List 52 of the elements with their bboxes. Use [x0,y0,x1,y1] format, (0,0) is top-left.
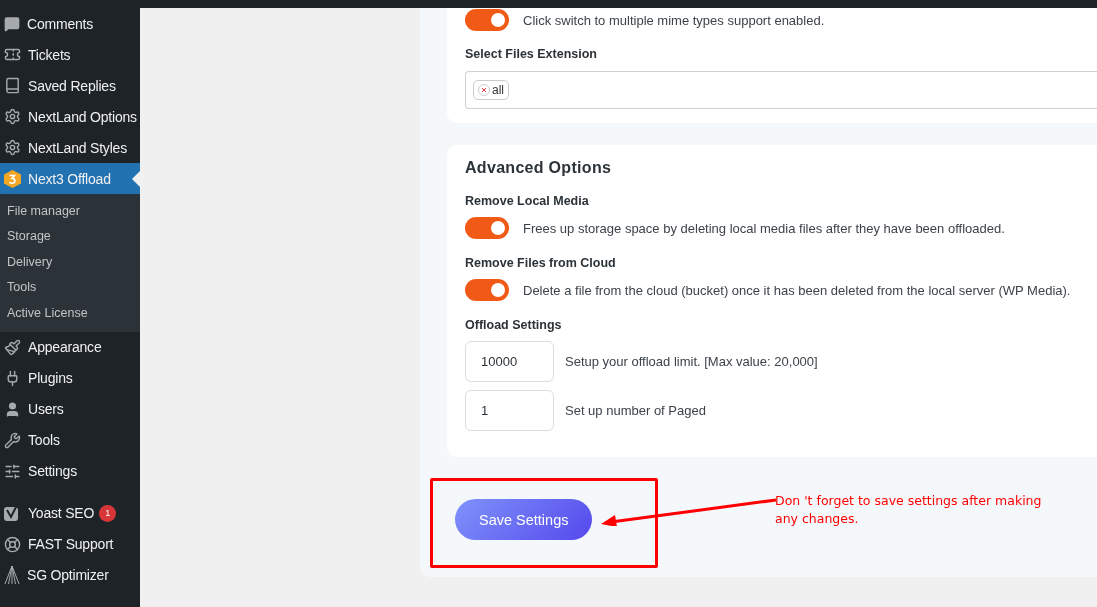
number-field[interactable]: 1 [465,390,554,431]
field-hint: Setup your offload limit. [Max value: 20,000] [565,354,818,369]
option-label: Offload Settings [465,318,563,332]
number-field[interactable]: 10000 [465,341,554,382]
submenu-item[interactable]: File manager [0,198,140,224]
sidebar-item[interactable]: Tickets [0,39,140,70]
sidebar-item[interactable]: Plugins [0,362,140,394]
book-icon [4,77,21,94]
count-badge: 1 [99,504,117,522]
save-settings-button[interactable]: Save Settings [455,499,593,540]
submenu-item[interactable]: Active License [0,300,140,326]
sidebar-item[interactable]: Tools [0,424,140,456]
hexagon-logo-icon [4,169,21,188]
submenu-item[interactable]: Storage [0,223,140,249]
lifebuoy-icon [4,535,21,553]
user-icon [4,400,21,418]
sidebar-item[interactable]: Users [0,393,140,425]
sidebar-item[interactable]: Comments [0,8,140,39]
toggle-switch[interactable] [465,217,509,239]
sidebar-item[interactable]: Settings [0,455,140,487]
option-label: Remove Files from Cloud [465,256,617,270]
paintbrush-icon [4,338,21,356]
toggle-switch[interactable] [465,9,509,31]
sidebar-item[interactable]: Yoast SEO 1 [0,497,140,529]
gear-icon [4,108,21,125]
submenu-item[interactable]: Delivery [0,249,140,275]
sliders-icon [4,462,21,480]
extension-select[interactable]: all [465,71,1097,109]
wrench-icon [4,431,21,449]
option-label: Remove Local Media [465,194,590,208]
section-title: Advanced Options [465,159,613,177]
gear-icon [4,139,21,156]
comment-icon [4,15,20,32]
extension-tag: all [473,80,509,100]
toggle-description: Click switch to multiple mime types support enabled. [523,12,825,28]
sidebar-item[interactable]: SG Optimizer [0,559,140,591]
sidebar-item[interactable]: NextLand Styles [0,132,140,163]
sidebar-item[interactable]: Saved Replies [0,70,140,101]
submenu-item[interactable]: Tools [0,274,140,300]
field-hint: Set up number of Paged [565,403,706,418]
sidebar-item[interactable]: FAST Support [0,528,140,560]
option-description: Frees up storage space by deleting local media files after they have been offloaded. [523,220,1005,236]
annotation-note: Don 't forget to save settings after making any changes. [775,492,1043,528]
y-logo-icon [4,504,21,522]
pyramid-icon [4,566,20,584]
option-description: Delete a file from the cloud (bucket) once it has been deleted from the local server (WP Media). [523,282,1071,298]
field-label: Select Files Extension [465,47,598,61]
sidebar-item[interactable]: Next3 Offload [0,163,140,194]
ticket-icon [4,46,21,63]
sidebar-item[interactable]: NextLand Options [0,101,140,132]
toggle-switch[interactable] [465,279,509,301]
sidebar-item[interactable]: Appearance [0,331,140,363]
